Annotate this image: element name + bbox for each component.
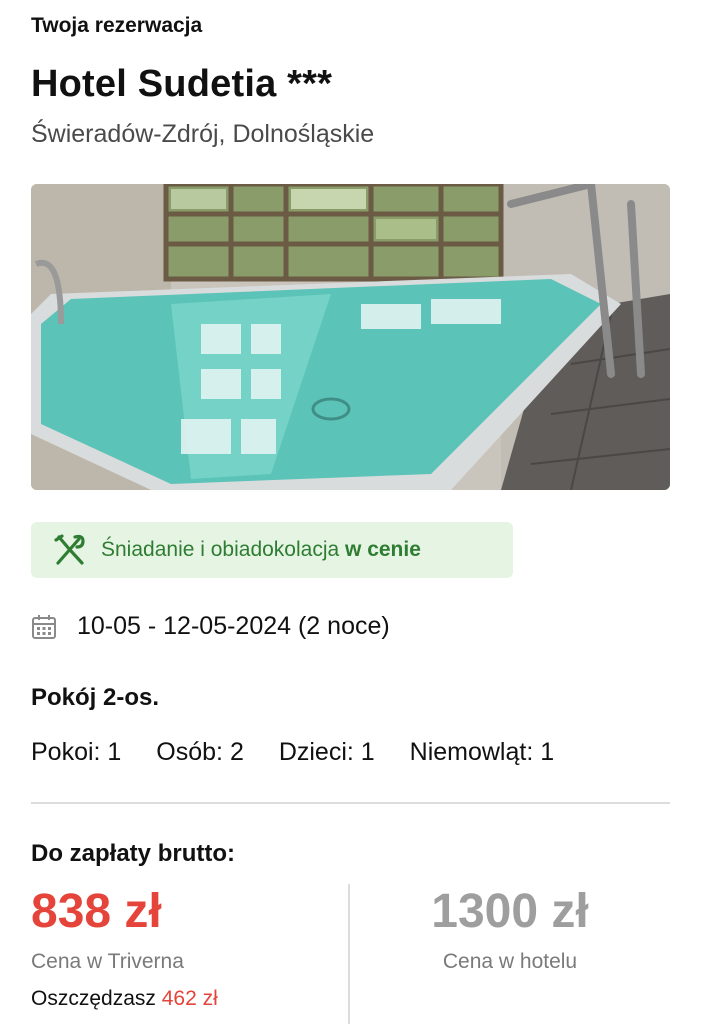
meal-plan-text: Śniadanie i obiadokolacja w cenie [101,538,421,561]
hotel-price: 1300 zł [431,885,589,938]
hotel-pool-photo[interactable] [31,184,670,490]
section-kicker: Twoja rezerwacja [31,14,203,37]
hotel-location: Świeradów-Zdrój, Dolnośląskie [31,120,375,148]
hotel-name[interactable]: Hotel Sudetia *** [31,63,332,106]
children-count: Dzieci: 1 [278,738,375,766]
triverna-price: 838 zł [31,885,162,938]
room-type: Pokój 2-os. [31,684,160,711]
section-divider [31,802,670,804]
calendar-icon [32,614,56,639]
payment-label: Do zapłaty brutto: [31,840,235,867]
savings-label: Oszczędzasz [31,987,156,1010]
savings-line: Oszczędzasz 462 zł [31,987,347,1011]
stay-dates-text: 10-05 - 12-05-2024 (2 noce) [77,612,390,640]
persons-count: Osób: 2 [156,738,244,766]
occupancy-summary: Pokoi: 1 Osób: 2 Dzieci: 1 Niemowląt: 1 [31,738,582,767]
meal-plan-highlight: w cenie [345,538,421,561]
hotel-price-caption: Cena w hotelu [442,950,578,973]
stay-dates: 10-05 - 12-05-2024 (2 noce) [31,612,390,641]
triverna-price-block: 838 zł Cena w Triverna Oszczędzasz 462 z… [31,884,347,1011]
meal-plan-badge: Śniadanie i obiadokolacja w cenie [31,522,513,578]
hotel-price-block: 1300 zł Cena w hotelu [350,884,670,974]
rooms-count: Pokoi: 1 [31,738,122,766]
savings-amount: 462 zł [161,987,218,1010]
infants-count: Niemowląt: 1 [409,738,555,766]
triverna-price-caption: Cena w Triverna [31,950,184,973]
cutlery-icon [54,534,85,565]
